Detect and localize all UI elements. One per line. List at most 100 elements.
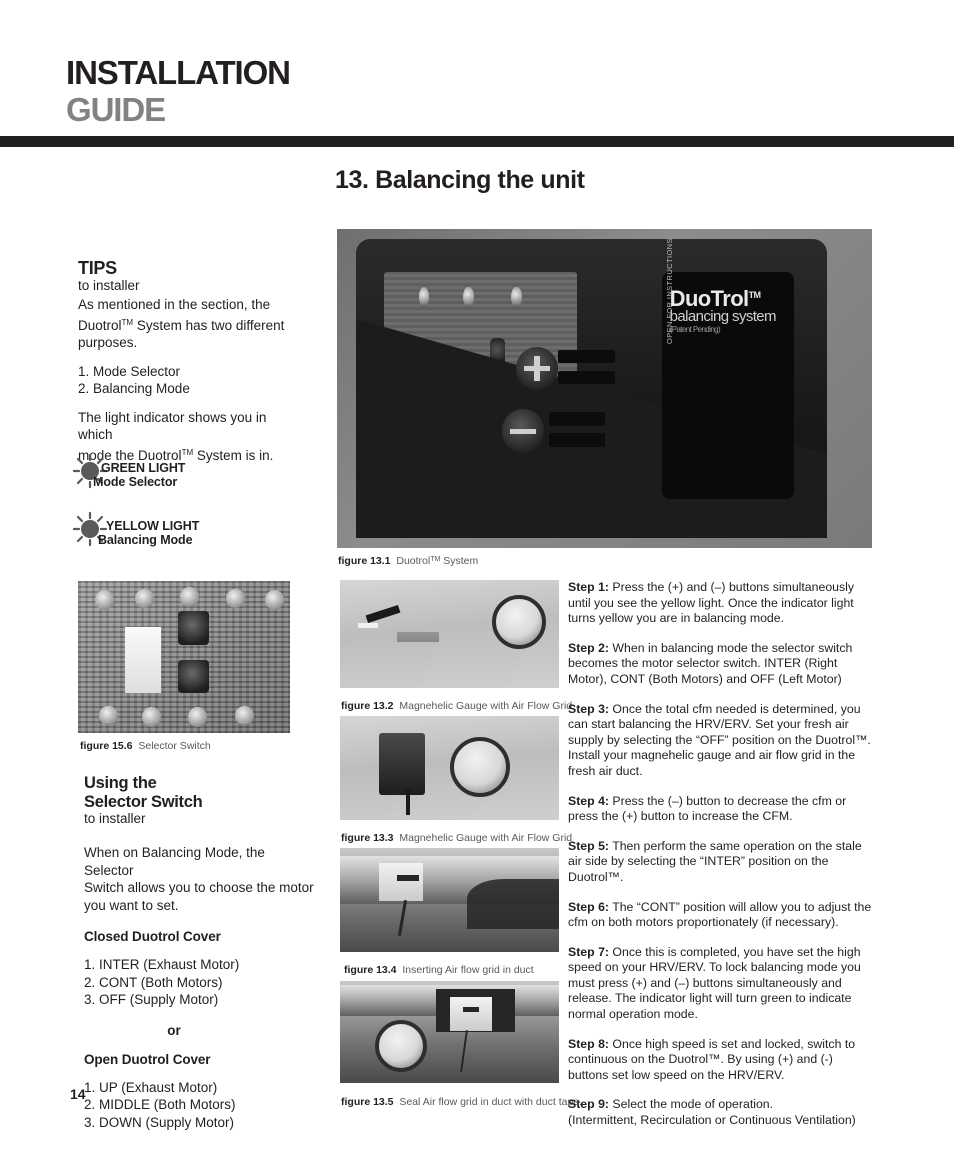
page-title: 13. Balancing the unit xyxy=(335,166,585,194)
step-5: Step 5: Then perform the same operation … xyxy=(568,839,873,886)
magnehelic-gauge-photo-b xyxy=(340,716,559,820)
step-7-text: Once this is completed, you have set the… xyxy=(568,944,861,1022)
light-indicator-legend: GREEN LIGHT Mode Selector YELLOW LIGHT B… xyxy=(70,452,300,554)
figure-13-2-label: figure 13.2 xyxy=(341,700,394,712)
tips-subheading: to installer xyxy=(78,278,140,293)
duotrol-logo-line3: (Patent Pending) xyxy=(669,325,721,335)
green-light-row: GREEN LIGHT Mode Selector xyxy=(70,452,300,496)
solder-pad xyxy=(188,707,208,727)
green-light-name: GREEN LIGHT xyxy=(101,461,186,475)
tips-list: 1. Mode Selector 2. Balancing Mode xyxy=(78,363,300,398)
cover-slot xyxy=(558,370,615,384)
solder-pad xyxy=(135,588,155,609)
figure-13-5-caption-text: Seal Air flow grid in duct with duct tap… xyxy=(399,1096,583,1108)
header-divider-rule xyxy=(0,136,954,147)
duotrol-logo-line1: DuoTrolTM xyxy=(670,285,786,310)
figure-15-6-caption: figure 15.6 Selector Switch xyxy=(80,740,211,752)
solder-pad xyxy=(94,590,115,610)
yellow-light-name: YELLOW LIGHT xyxy=(106,519,200,533)
using-heading-line1: Using the xyxy=(84,774,157,792)
open-cover-item-1: 1. UP (Exhaust Motor) xyxy=(84,1079,218,1095)
step-7-label: Step 7: xyxy=(568,944,609,959)
trademark-symbol: TM xyxy=(430,556,441,563)
using-heading-line2: Selector Switch xyxy=(84,792,203,811)
figure-15-6-label: figure 15.6 xyxy=(80,740,133,752)
grid-probe xyxy=(398,900,408,936)
step-2: Step 2: When in balancing mode the selec… xyxy=(568,641,873,688)
sidebar-tips-column: TIPS to installer As mentioned in the se… xyxy=(78,258,300,464)
probe-highlight xyxy=(357,623,378,629)
step-9-label: Step 9: xyxy=(568,1097,609,1112)
tape-slot xyxy=(462,1006,479,1012)
step-1-text: Press the (+) and (–) buttons simultaneo… xyxy=(568,580,855,626)
figure-13-3-label: figure 13.3 xyxy=(341,832,394,844)
duotrol-label-plate: DuoTrolTM balancing system (Patent Pendi… xyxy=(661,239,794,500)
figure-13-2-caption-text: Magnehelic Gauge with Air Flow Grid xyxy=(399,700,573,712)
switch-top xyxy=(177,611,210,645)
solder-pad xyxy=(99,705,119,726)
gauge-dial xyxy=(375,1019,428,1072)
using-selector-switch-section: Using the Selector Switch to installer W… xyxy=(84,774,314,1131)
selector-switch-photo xyxy=(78,581,290,733)
air-flow-grid xyxy=(396,631,439,642)
header-subtitle: GUIDE xyxy=(66,91,166,128)
step-6-text: The “CONT” position will allow you to ad… xyxy=(568,899,872,930)
step-6: Step 6: The “CONT” position will allow y… xyxy=(568,900,873,931)
step-1: Step 1: Press the (+) and (–) buttons si… xyxy=(568,580,873,627)
cover-slot xyxy=(548,433,606,447)
step-6-label: Step 6: xyxy=(568,899,609,914)
figure-13-4-caption-text: Inserting Air flow grid in duct xyxy=(402,964,534,976)
step-1-label: Step 1: xyxy=(568,580,609,594)
gauge-dial xyxy=(449,736,510,797)
using-subheading: to installer xyxy=(84,811,146,826)
step-2-label: Step 2: xyxy=(568,640,609,655)
duotrol-logo-line2: balancing system xyxy=(669,308,777,326)
figure-15-6-image xyxy=(78,581,290,733)
open-cover-list: 1. UP (Exhaust Motor) 2. MIDDLE (Both Mo… xyxy=(84,1079,314,1132)
step-8-label: Step 8: xyxy=(568,1036,609,1051)
probe-tube xyxy=(365,605,401,624)
figure-13-1-caption-text: Duotrol xyxy=(396,555,431,567)
plus-button-cover[interactable] xyxy=(515,346,559,390)
solder-pad xyxy=(226,588,246,609)
tips-heading: TIPS xyxy=(78,258,117,278)
step-2-text: When in balancing mode the selector swit… xyxy=(568,640,853,686)
using-body-line2: Switch allows you to choose the motor xyxy=(84,880,314,895)
switch-bottom xyxy=(177,660,210,694)
figure-13-3-image xyxy=(340,716,559,820)
air-flow-grid xyxy=(379,732,426,795)
step-5-text: Then perform the same operation on the s… xyxy=(568,838,862,884)
figure-13-4-image xyxy=(340,848,559,952)
page-header: INSTALLATION GUIDE xyxy=(0,0,954,147)
tips-intro-line1: As mentioned in the section, the xyxy=(78,297,271,312)
duotrol-system-photo: DuoTrolTM balancing system (Patent Pendi… xyxy=(337,229,872,548)
step-7: Step 7: Once this is completed, you have… xyxy=(568,945,873,1023)
solder-pad xyxy=(234,705,254,726)
solder-pad xyxy=(264,590,284,610)
figure-13-1-image: DuoTrolTM balancing system (Patent Pendi… xyxy=(337,229,872,548)
or-separator-label: or xyxy=(167,1022,181,1038)
tips-intro-paragraph: As mentioned in the section, the Duotrol… xyxy=(78,296,300,352)
steps-column: Step 1: Press the (+) and (–) buttons si… xyxy=(568,580,873,1129)
step-9: Step 9: Select the mode of operation. (I… xyxy=(568,1097,873,1128)
tips-list-item-2: 2. Balancing Mode xyxy=(78,381,190,396)
closed-cover-list: 1. INTER (Exhaust Motor) 2. CONT (Both M… xyxy=(84,956,314,1009)
closed-cover-item-3: 3. OFF (Supply Motor) xyxy=(84,992,219,1007)
trademark-symbol: TM xyxy=(748,290,761,301)
yellow-light-mode: Balancing Mode xyxy=(98,533,193,547)
step-4: Step 4: Press the (–) button to decrease… xyxy=(568,794,873,825)
figure-13-5-image xyxy=(340,981,559,1083)
duct-opening xyxy=(379,862,424,901)
open-cover-item-2: 2. MIDDLE (Both Motors) xyxy=(84,1097,236,1112)
closed-cover-heading: Closed Duotrol Cover xyxy=(84,929,221,944)
figure-13-3-caption: figure 13.3 Magnehelic Gauge with Air Fl… xyxy=(341,832,572,844)
gauge-dial xyxy=(491,595,546,650)
minus-button-cover[interactable] xyxy=(501,409,545,453)
step-4-label: Step 4: xyxy=(568,793,609,808)
magnehelic-gauge-photo-a xyxy=(340,580,559,688)
closed-cover-item-2: 2. CONT (Both Motors) xyxy=(84,974,223,990)
duotrol-housing: DuoTrolTM balancing system (Patent Pendi… xyxy=(355,238,827,539)
figure-13-3-caption-text: Magnehelic Gauge with Air Flow Grid xyxy=(399,832,573,844)
step-5-label: Step 5: xyxy=(568,838,609,853)
open-cover-item-3: 3. DOWN (Supply Motor) xyxy=(84,1114,235,1130)
